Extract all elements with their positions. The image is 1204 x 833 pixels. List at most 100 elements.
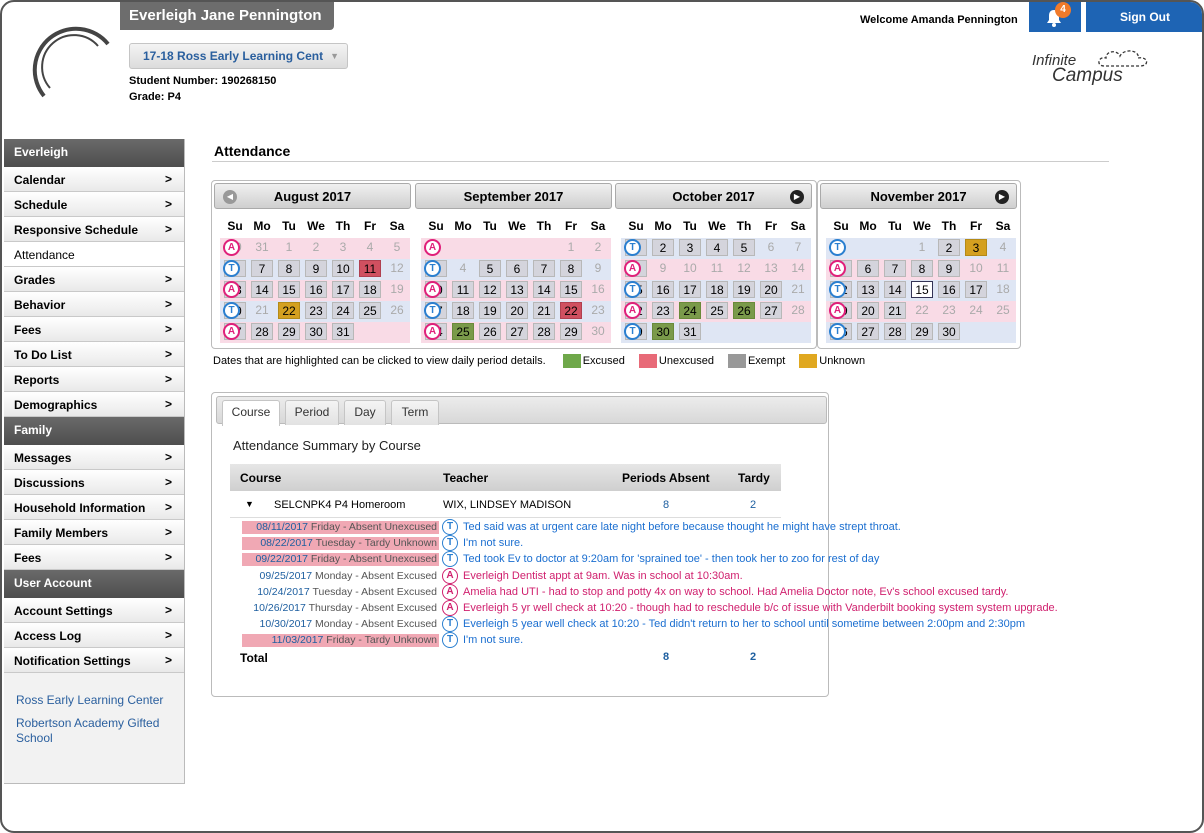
calendar-day[interactable]: 28 [533,323,555,340]
expand-toggle-icon[interactable]: ▼ [245,499,254,509]
calendar-day[interactable]: 26 [479,323,501,340]
calendar-day[interactable]: 3 [965,239,987,256]
school-link[interactable]: Ross Early Learning Center [4,693,184,708]
calendar-day[interactable]: 30 [652,323,674,340]
next-month-icon[interactable]: ▶ [790,190,804,204]
calendar-day[interactable]: 7 [251,260,273,277]
sidebar-item[interactable]: Responsive Schedule > [4,217,184,242]
calendar-day[interactable]: 20 [760,281,782,298]
tab-period[interactable]: Period [285,400,339,425]
calendar-day[interactable]: 9 [938,260,960,277]
tab-term[interactable]: Term [391,400,439,425]
calendar-day[interactable]: 23 [652,302,674,319]
calendar-day[interactable]: 22 [560,302,582,319]
calendar-day[interactable]: 20 [857,302,879,319]
sidebar-item[interactable]: Schedule > [4,192,184,217]
sidebar-item[interactable]: Messages > [4,445,184,470]
tardy-link[interactable]: 2 [750,499,756,511]
calendar-day[interactable]: 5 [479,260,501,277]
calendar-day[interactable]: 23 [305,302,327,319]
calendar-day[interactable]: 2 [652,239,674,256]
calendar-day[interactable]: 6 [857,260,879,277]
calendar-day[interactable]: 29 [560,323,582,340]
attendance-detail-row[interactable]: 08/11/2017 Friday - Absent Unexcused T Ted… [242,519,901,535]
calendar-day[interactable]: 11 [452,281,474,298]
calendar-day[interactable]: 15 [911,281,933,298]
calendar-day[interactable]: 19 [479,302,501,319]
calendar-day[interactable]: 24 [332,302,354,319]
periods-absent-link[interactable]: 8 [663,499,669,511]
calendar-day[interactable]: 7 [533,260,555,277]
calendar-day[interactable]: 27 [506,323,528,340]
calendar-day[interactable]: 18 [359,281,381,298]
sidebar-item[interactable]: Demographics > [4,392,184,417]
sidebar-item[interactable]: To Do List > [4,342,184,367]
calendar-day[interactable]: 22 [278,302,300,319]
calendar-day[interactable]: 14 [251,281,273,298]
calendar-day[interactable]: 16 [652,281,674,298]
calendar-day[interactable]: 26 [733,302,755,319]
calendar-day[interactable]: 13 [857,281,879,298]
calendar-day[interactable]: 29 [911,323,933,340]
tab-course[interactable]: Course [222,400,280,426]
student-name-tab[interactable]: Everleigh Jane Pennington [120,2,334,30]
calendar-day[interactable]: 7 [884,260,906,277]
sidebar-item[interactable]: Notification Settings > [4,648,184,673]
next-month-icon[interactable]: ▶ [995,190,1009,204]
calendar-day[interactable]: 14 [533,281,555,298]
sidebar-item[interactable]: Behavior > [4,292,184,317]
calendar-day[interactable]: 27 [857,323,879,340]
sidebar-item[interactable]: Access Log > [4,623,184,648]
calendar-day[interactable]: 18 [706,281,728,298]
calendar-day[interactable]: 14 [884,281,906,298]
sidebar-item[interactable]: Fees > [4,545,184,570]
calendar-day[interactable]: 31 [679,323,701,340]
attendance-detail-row[interactable]: 10/30/2017 Monday - Absent Excused T Everl… [242,616,1025,633]
prev-month-icon[interactable]: ◀ [223,190,237,204]
calendar-day[interactable]: 29 [278,323,300,340]
calendar-day[interactable]: 21 [533,302,555,319]
calendar-day[interactable]: 13 [506,281,528,298]
calendar-day[interactable]: 12 [479,281,501,298]
calendar-day[interactable]: 2 [938,239,960,256]
school-year-select[interactable]: 17-18 Ross Early Learning Cent ▼ [129,43,348,69]
calendar-day[interactable]: 30 [305,323,327,340]
calendar-day[interactable]: 8 [278,260,300,277]
tab-day[interactable]: Day [344,400,386,425]
calendar-day[interactable]: 28 [251,323,273,340]
calendar-day[interactable]: 25 [706,302,728,319]
attendance-detail-row[interactable]: 10/24/2017 Tuesday - Absent Excused A Amel… [242,583,1008,600]
calendar-day[interactable]: 8 [911,260,933,277]
calendar-day[interactable]: 30 [938,323,960,340]
calendar-day[interactable]: 24 [679,302,701,319]
calendar-day[interactable]: 5 [733,239,755,256]
calendar-day[interactable]: 31 [332,323,354,340]
calendar-day[interactable]: 15 [560,281,582,298]
total-absent[interactable]: 8 [663,651,669,663]
calendar-day[interactable]: 19 [733,281,755,298]
sidebar-item[interactable]: Family Members > [4,520,184,545]
sign-out-button[interactable]: Sign Out [1086,2,1202,32]
attendance-detail-row[interactable]: 08/22/2017 Tuesday - Tardy Unknown T I'm n… [242,535,822,552]
attendance-detail-row[interactable]: 11/03/2017 Friday - Tardy Unknown T I'm no… [242,632,822,649]
sidebar-item[interactable]: Discussions > [4,470,184,495]
sidebar-item[interactable]: Grades > [4,267,184,292]
total-tardy[interactable]: 2 [750,651,756,663]
calendar-day[interactable]: 20 [506,302,528,319]
attendance-detail-row[interactable]: 09/25/2017 Monday - Absent Excused A Everl… [242,567,822,584]
calendar-day[interactable]: 27 [760,302,782,319]
school-link[interactable]: Robertson Academy Gifted School [4,716,184,746]
attendance-detail-row[interactable]: 09/22/2017 Friday - Absent Unexcused T Ted… [242,551,879,568]
calendar-day[interactable]: 21 [884,302,906,319]
calendar-day[interactable]: 10 [332,260,354,277]
calendar-day[interactable]: 25 [359,302,381,319]
sidebar-item[interactable]: Attendance [4,242,184,267]
calendar-day[interactable]: 6 [506,260,528,277]
calendar-day[interactable]: 25 [452,323,474,340]
sidebar-item[interactable]: Account Settings > [4,598,184,623]
calendar-day[interactable]: 4 [706,239,728,256]
calendar-day[interactable]: 15 [278,281,300,298]
calendar-day[interactable]: 8 [560,260,582,277]
calendar-day[interactable]: 11 [359,260,381,277]
sidebar-item[interactable]: Household Information > [4,495,184,520]
